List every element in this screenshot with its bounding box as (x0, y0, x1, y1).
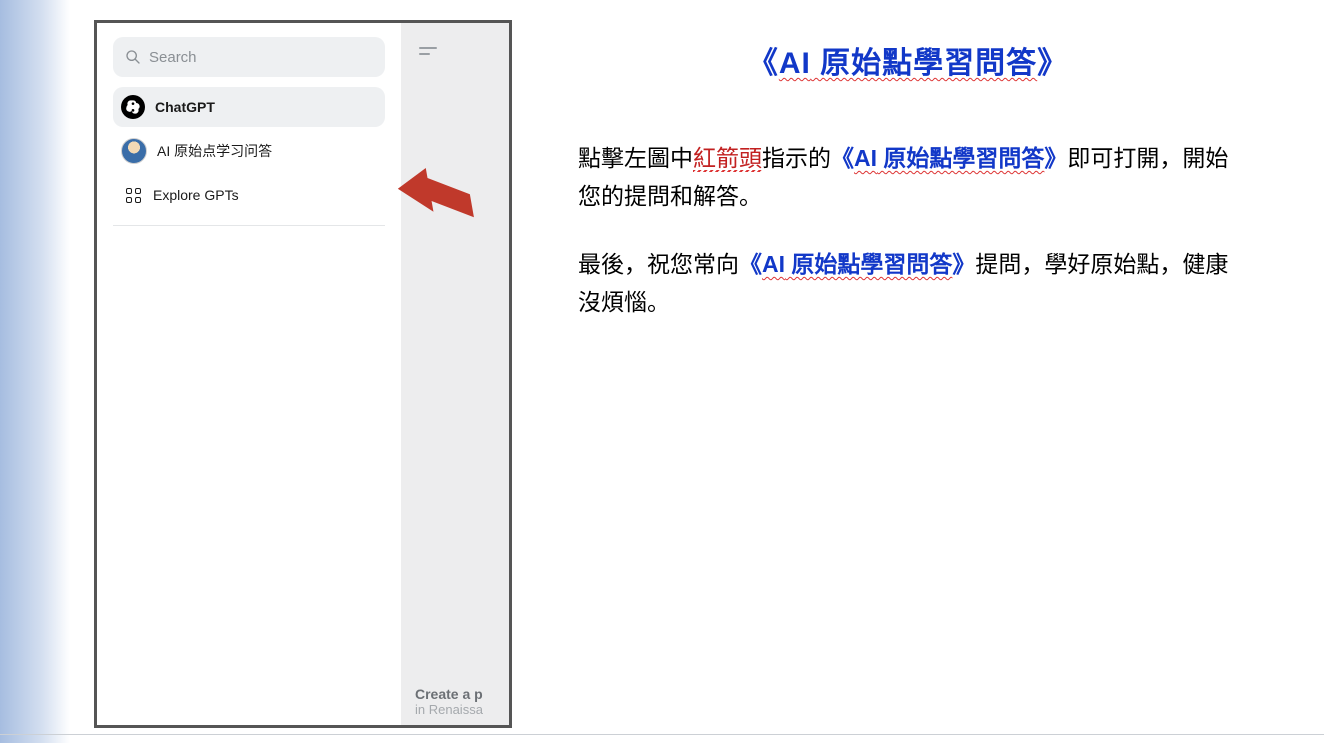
p1-text-b: 指示的 (762, 145, 831, 171)
sidebar-item-ai-yuanshidian[interactable]: AI 原始点学习问答 (113, 131, 385, 171)
sidebar: Search ChatGPT AI 原始点学习问答 Explore GPTs (97, 23, 401, 725)
sidebar-item-chatgpt[interactable]: ChatGPT (113, 87, 385, 127)
search-placeholder: Search (149, 49, 197, 66)
screenshot-inner: Search ChatGPT AI 原始点学习问答 Explore GPTs (97, 23, 509, 725)
gradient-edge (0, 0, 70, 743)
title-bracket-open: 《 (748, 47, 779, 80)
p2-blue-close: 》 (952, 252, 975, 277)
p2-text-a: 最後，祝您常向 (578, 251, 739, 277)
p1-blue-ai: AI (854, 145, 877, 171)
page-bottom-divider (0, 734, 1324, 735)
avatar-icon (121, 138, 147, 164)
paragraph-2: 最後，祝您常向《AI 原始點學習問答》提問，學好原始點，健康沒煩惱。 (578, 246, 1238, 322)
search-icon (125, 49, 141, 65)
p2-blue-open: 《 (739, 252, 762, 277)
menu-icon[interactable] (419, 47, 437, 59)
page: Search ChatGPT AI 原始点学习问答 Explore GPTs (0, 0, 1324, 743)
p1-blue-close: 》 (1044, 146, 1067, 171)
suggestion-card[interactable]: Create a p in Renaissa (415, 686, 512, 717)
sidebar-item-label: ChatGPT (155, 99, 215, 115)
title-bracket-close: 》 (1037, 47, 1068, 80)
sidebar-item-label: AI 原始点学习问答 (157, 141, 272, 161)
p1-blue-open: 《 (831, 146, 854, 171)
p1-text-a: 點擊左圖中 (578, 145, 693, 171)
chatgpt-logo-icon (121, 95, 145, 119)
p2-blue-text: 原始點學習問答 (785, 251, 952, 277)
document-title: 《AI 原始點學習問答》 (578, 38, 1238, 82)
grid-icon (123, 185, 143, 205)
sidebar-item-explore-gpts[interactable]: Explore GPTs (113, 175, 385, 215)
sidebar-separator (113, 225, 385, 226)
title-text: 原始點學習問答 (811, 47, 1037, 80)
main-pane: Create a p in Renaissa (401, 23, 509, 725)
title-ai: AI (779, 47, 811, 80)
document-body: 《AI 原始點學習問答》 點擊左圖中紅箭頭指示的《AI 原始點學習問答》即可打開… (578, 38, 1238, 352)
sidebar-item-label: Explore GPTs (153, 187, 239, 203)
p1-red-text: 紅箭頭 (693, 145, 762, 172)
chatgpt-screenshot: Search ChatGPT AI 原始点学习问答 Explore GPTs (94, 20, 512, 728)
p2-blue-ai: AI (762, 251, 785, 277)
paragraph-1: 點擊左圖中紅箭頭指示的《AI 原始點學習問答》即可打開，開始您的提問和解答。 (578, 140, 1238, 216)
card-title: Create a p (415, 686, 512, 702)
p1-blue-text: 原始點學習問答 (877, 145, 1044, 171)
search-input[interactable]: Search (113, 37, 385, 77)
card-subtitle: in Renaissa (415, 702, 512, 717)
